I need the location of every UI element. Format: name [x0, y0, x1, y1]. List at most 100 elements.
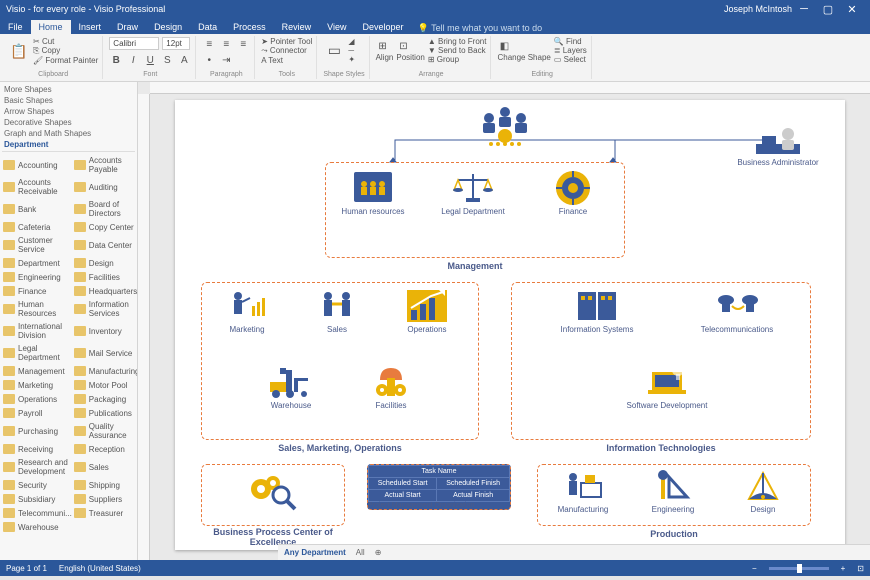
shape-stencil-item[interactable]: Facilities: [73, 270, 138, 284]
shape-stencil-item[interactable]: Subsidiary: [2, 492, 73, 506]
finance-node[interactable]: Finance: [534, 169, 612, 216]
shape-stencil-item[interactable]: Auditing: [73, 176, 138, 198]
warehouse-node[interactable]: Warehouse: [252, 363, 330, 410]
fit-page-button[interactable]: ⊡: [857, 564, 864, 573]
shape-stencil-item[interactable]: Purchasing: [2, 420, 73, 442]
shape-category[interactable]: More Shapes: [2, 84, 135, 95]
shape-stencil-item[interactable]: Bank: [2, 198, 73, 220]
quick-styles-button[interactable]: ▭: [323, 40, 345, 62]
shape-stencil-item[interactable]: Packaging: [73, 392, 138, 406]
shape-stencil-item[interactable]: Security: [2, 478, 73, 492]
bullets-button[interactable]: •: [202, 54, 216, 68]
copy-button[interactable]: ⎘ Copy: [33, 46, 98, 56]
shape-stencil-item[interactable]: Operations: [2, 392, 73, 406]
shape-stencil-item[interactable]: International Division: [2, 320, 73, 342]
shape-stencil-item[interactable]: Design: [73, 256, 138, 270]
pointer-tool-button[interactable]: ➤ Pointer Tool: [261, 37, 312, 46]
zoom-slider[interactable]: [769, 567, 829, 570]
sales-node[interactable]: Sales: [298, 287, 376, 334]
business-administrator-node[interactable]: Business Administrator: [723, 122, 833, 167]
shape-stencil-item[interactable]: Engineering: [2, 270, 73, 284]
strike-button[interactable]: S: [160, 53, 174, 67]
shape-stencil-item[interactable]: Treasurer: [73, 506, 138, 520]
drawing-page[interactable]: Business Administrator Human resources L…: [175, 100, 845, 550]
canvas-scroll[interactable]: Business Administrator Human resources L…: [150, 94, 870, 560]
group-button[interactable]: ⊞ Group: [428, 55, 487, 64]
bring-front-button[interactable]: ▲ Bring to Front: [428, 37, 487, 46]
management-group[interactable]: Human resources Legal Department Finance…: [325, 162, 625, 258]
shape-category[interactable]: Decorative Shapes: [2, 117, 135, 128]
minimize-button[interactable]: ─: [792, 3, 816, 15]
tab-design[interactable]: Design: [146, 20, 190, 34]
mfg-node[interactable]: Manufacturing: [544, 467, 622, 514]
shape-stencil-item[interactable]: Sales: [73, 456, 138, 478]
connector-tool-button[interactable]: ⤳ Connector: [261, 46, 312, 56]
shape-stencil-item[interactable]: Publications: [73, 406, 138, 420]
shape-stencil-item[interactable]: Quality Assurance: [73, 420, 138, 442]
bold-button[interactable]: B: [109, 53, 123, 67]
close-button[interactable]: ✕: [840, 3, 864, 16]
align-button[interactable]: ⊞: [376, 39, 390, 53]
is-node[interactable]: Information Systems: [542, 287, 652, 334]
eng-node[interactable]: Engineering: [634, 467, 712, 514]
shape-stencil-item[interactable]: Telecommuni...: [2, 506, 73, 520]
marketing-node[interactable]: Marketing: [208, 287, 286, 334]
shape-stencil-item[interactable]: Legal Department: [2, 342, 73, 364]
select-button[interactable]: ▭ Select: [554, 55, 587, 64]
tab-review[interactable]: Review: [274, 20, 320, 34]
shape-stencil-item[interactable]: Board of Directors: [73, 198, 138, 220]
page-tab-active[interactable]: Any Department: [284, 548, 346, 557]
shape-stencil-item[interactable]: Human Resources: [2, 298, 73, 320]
page-tab-all[interactable]: All: [356, 548, 365, 557]
tab-view[interactable]: View: [319, 20, 354, 34]
send-back-button[interactable]: ▼ Send to Back: [428, 46, 487, 55]
operations-node[interactable]: Operations: [388, 287, 466, 334]
indent-button[interactable]: ⇥: [219, 54, 233, 68]
position-button[interactable]: ⊡: [396, 39, 410, 53]
tab-home[interactable]: Home: [31, 20, 71, 34]
align-left-button[interactable]: ≡: [202, 37, 216, 51]
production-group[interactable]: Manufacturing Engineering Design Product…: [537, 464, 811, 526]
shape-stencil-item[interactable]: Research and Development: [2, 456, 73, 478]
shape-stencil-item[interactable]: Information Services: [73, 298, 138, 320]
font-size-select[interactable]: 12pt: [162, 37, 190, 50]
shape-stencil-item[interactable]: Manufacturing: [73, 364, 138, 378]
find-button[interactable]: 🔍 Find: [554, 37, 587, 46]
shape-stencil-item[interactable]: Payroll: [2, 406, 73, 420]
shape-category-selected[interactable]: Department: [2, 139, 135, 152]
tab-process[interactable]: Process: [225, 20, 274, 34]
shape-category[interactable]: Basic Shapes: [2, 95, 135, 106]
shape-stencil-item[interactable]: Accounting: [2, 154, 73, 176]
change-shape-button[interactable]: ◧: [497, 39, 511, 53]
tell-me[interactable]: 💡 Tell me what you want to do: [418, 23, 543, 34]
shape-stencil-item[interactable]: Shipping: [73, 478, 138, 492]
shape-stencil-item[interactable]: Suppliers: [73, 492, 138, 506]
tab-file[interactable]: File: [0, 20, 31, 34]
format-painter-button[interactable]: 🖌 Format Painter: [33, 56, 98, 65]
zoom-out-button[interactable]: −: [752, 564, 757, 573]
shape-stencil-item[interactable]: Receiving: [2, 442, 73, 456]
layers-button[interactable]: ≣ Layers: [554, 46, 587, 55]
tab-data[interactable]: Data: [190, 20, 225, 34]
shape-stencil-item[interactable]: Department: [2, 256, 73, 270]
shape-stencil-item[interactable]: Reception: [73, 442, 138, 456]
shape-stencil-item[interactable]: Warehouse: [2, 520, 73, 534]
shape-stencil-item[interactable]: Cafeteria: [2, 220, 73, 234]
cut-button[interactable]: ✂ Cut: [33, 37, 98, 46]
maximize-button[interactable]: ▢: [816, 3, 840, 16]
effects-button[interactable]: ✦: [348, 55, 355, 64]
shape-stencil-item[interactable]: Headquarters: [73, 284, 138, 298]
align-right-button[interactable]: ≡: [236, 37, 250, 51]
tab-insert[interactable]: Insert: [71, 20, 110, 34]
zoom-in-button[interactable]: +: [841, 564, 846, 573]
font-family-select[interactable]: Calibri: [109, 37, 159, 50]
shape-stencil-item[interactable]: Data Center: [73, 234, 138, 256]
paste-button[interactable]: 📋: [8, 40, 30, 62]
underline-button[interactable]: U: [143, 53, 157, 67]
shape-stencil-item[interactable]: Finance: [2, 284, 73, 298]
top-org-icon[interactable]: [465, 104, 545, 146]
line-button[interactable]: ─: [348, 46, 355, 55]
shape-stencil-item[interactable]: Mail Service: [73, 342, 138, 364]
fill-button[interactable]: ◢: [348, 37, 355, 46]
softdev-node[interactable]: Software Development: [612, 363, 722, 410]
